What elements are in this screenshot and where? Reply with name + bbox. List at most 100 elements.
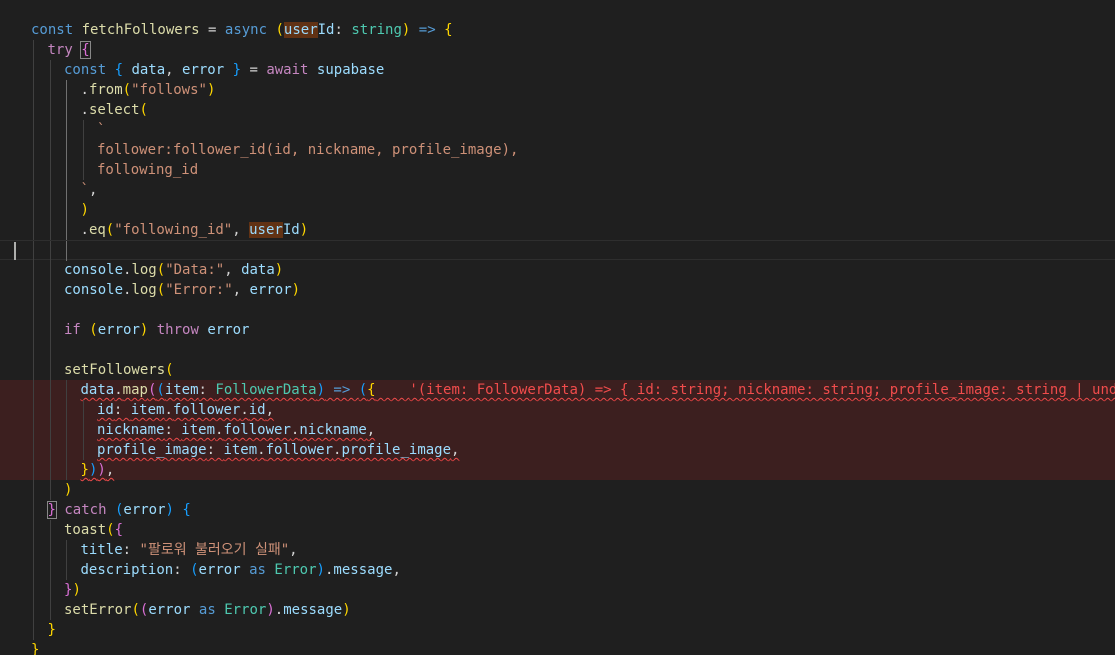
code-token: as bbox=[240, 562, 275, 578]
code-content: } bbox=[48, 620, 56, 640]
text-cursor bbox=[14, 242, 16, 260]
code-line[interactable]: const fetchFollowers = async (userId: st… bbox=[0, 20, 1115, 40]
code-content: ) bbox=[81, 200, 89, 220]
code-content: .select( bbox=[81, 100, 148, 120]
indent-guide bbox=[66, 540, 67, 560]
code-token: { bbox=[114, 62, 132, 78]
code-token: } bbox=[46, 501, 57, 519]
code-token: log bbox=[131, 282, 157, 298]
code-line[interactable] bbox=[0, 240, 1115, 261]
indent-guide bbox=[66, 220, 67, 240]
indent-guide bbox=[33, 60, 34, 80]
code-token: throw bbox=[148, 322, 208, 338]
code-line[interactable]: if (error) throw error bbox=[0, 320, 1115, 340]
code-line[interactable]: ` bbox=[0, 120, 1115, 140]
indent-guide bbox=[33, 220, 34, 240]
indent-guide bbox=[82, 140, 84, 160]
code-line[interactable]: try { bbox=[0, 40, 1115, 60]
code-line[interactable]: follower:follower_id(id, nickname, profi… bbox=[0, 140, 1115, 160]
indent-guide bbox=[33, 320, 34, 340]
code-content: `, bbox=[81, 180, 98, 200]
code-line[interactable]: following_id bbox=[0, 160, 1115, 180]
code-line[interactable]: data.map((item: FollowerData) => ({ '(it… bbox=[0, 380, 1115, 400]
code-line[interactable]: })), bbox=[0, 460, 1115, 480]
indent-guide bbox=[33, 100, 34, 120]
code-line[interactable]: id: item.follower.id, bbox=[0, 400, 1115, 420]
code-token: } bbox=[224, 62, 242, 78]
code-token: ) bbox=[316, 562, 325, 578]
indent-guide bbox=[33, 120, 34, 140]
code-line[interactable]: setFollowers( bbox=[0, 360, 1115, 380]
indent-guide bbox=[66, 440, 67, 460]
code-content: nickname: item.follower.nickname, bbox=[97, 420, 375, 440]
code-line[interactable]: setError((error as Error).message) bbox=[0, 600, 1115, 620]
indent-guide bbox=[82, 440, 84, 460]
code-content: .from("follows") bbox=[81, 80, 216, 100]
code-content: follower:follower_id(id, nickname, profi… bbox=[97, 140, 518, 160]
code-token: toast bbox=[64, 522, 107, 538]
indent-guide bbox=[49, 180, 51, 200]
code-line[interactable]: ) bbox=[0, 200, 1115, 220]
indent-guide bbox=[49, 340, 51, 360]
indent-guide bbox=[33, 560, 34, 580]
code-line[interactable]: `, bbox=[0, 180, 1115, 200]
code-token: catch bbox=[55, 502, 115, 518]
code-token: => bbox=[410, 22, 445, 38]
code-token: : bbox=[198, 382, 216, 398]
code-token: ` bbox=[97, 122, 106, 138]
indent-guide bbox=[66, 160, 67, 180]
code-line[interactable]: console.log("Data:", data) bbox=[0, 260, 1115, 280]
indent-guide bbox=[33, 400, 34, 420]
code-line[interactable]: .from("follows") bbox=[0, 80, 1115, 100]
code-token: "follows" bbox=[131, 82, 207, 98]
code-token: Error bbox=[274, 562, 317, 578]
code-line[interactable] bbox=[0, 300, 1115, 320]
indent-guide bbox=[49, 580, 51, 600]
code-line[interactable]: const { data, error } = await supabase bbox=[0, 60, 1115, 80]
code-line[interactable]: description: (error as Error).message, bbox=[0, 560, 1115, 580]
code-line[interactable]: profile_image: item.follower.profile_ima… bbox=[0, 440, 1115, 460]
code-line[interactable]: } bbox=[0, 640, 1115, 655]
code-line[interactable]: } catch (error) { bbox=[0, 500, 1115, 520]
indent-guide bbox=[49, 480, 51, 500]
code-token: id bbox=[248, 402, 266, 418]
indent-guide bbox=[49, 120, 51, 140]
code-token: user bbox=[283, 22, 318, 38]
code-token: item bbox=[130, 402, 165, 418]
code-token: "following_id" bbox=[114, 222, 233, 238]
code-token: profile_image bbox=[97, 442, 207, 458]
code-token: error bbox=[198, 562, 241, 578]
code-line[interactable]: title: "팔로워 불러오기 실패", bbox=[0, 540, 1115, 560]
code-token: "Error:" bbox=[165, 282, 233, 298]
code-token: console bbox=[64, 282, 124, 298]
code-token: item bbox=[181, 422, 216, 438]
code-content: id: item.follower.id, bbox=[97, 400, 274, 420]
code-line[interactable]: ) bbox=[0, 480, 1115, 500]
code-line[interactable]: .select( bbox=[0, 100, 1115, 120]
code-line[interactable]: nickname: item.follower.nickname, bbox=[0, 420, 1115, 440]
code-line[interactable] bbox=[0, 340, 1115, 360]
code-token: error bbox=[123, 502, 166, 518]
code-token: => bbox=[325, 382, 359, 398]
code-token: ( bbox=[106, 522, 115, 538]
code-line[interactable]: .eq("following_id", userId) bbox=[0, 220, 1115, 240]
indent-guide bbox=[33, 600, 34, 620]
code-token: ( bbox=[165, 362, 174, 378]
code-token: ( bbox=[89, 322, 98, 338]
code-token: , bbox=[224, 262, 242, 278]
indent-guide bbox=[33, 40, 34, 60]
code-token: = bbox=[241, 62, 267, 78]
code-token: ) bbox=[316, 382, 325, 398]
code-token: item bbox=[223, 442, 258, 458]
code-token: : bbox=[173, 562, 191, 578]
code-line[interactable]: console.log("Error:", error) bbox=[0, 280, 1115, 300]
code-editor[interactable]: const fetchFollowers = async (userId: st… bbox=[0, 0, 1115, 655]
code-content: following_id bbox=[97, 160, 198, 180]
code-content: } bbox=[31, 640, 39, 655]
code-line[interactable]: } bbox=[0, 620, 1115, 640]
code-token: error bbox=[97, 322, 140, 338]
code-line[interactable]: }) bbox=[0, 580, 1115, 600]
code-line[interactable]: toast({ bbox=[0, 520, 1115, 540]
code-token: . bbox=[80, 102, 89, 118]
indent-guide bbox=[49, 100, 51, 120]
